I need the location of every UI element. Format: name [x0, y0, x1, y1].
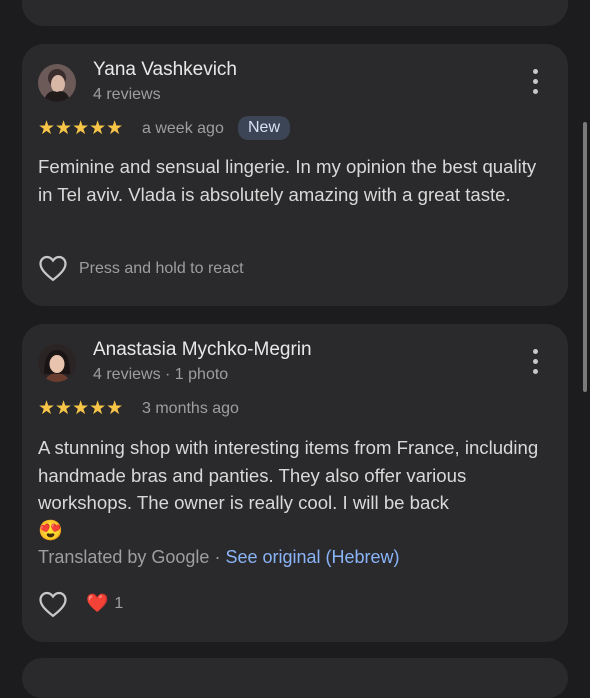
separator: · — [209, 547, 226, 567]
reviewer-name[interactable]: Yana Vashkevich — [93, 59, 237, 81]
more-dot-icon — [532, 88, 538, 94]
heart-outline-icon[interactable] — [38, 590, 68, 618]
review-date: a week ago — [142, 120, 224, 137]
review-text: A stunning shop with interesting items f… — [38, 434, 553, 545]
more-dot-icon — [532, 78, 538, 84]
reviewer-meta: 4 reviews · 1 photo — [93, 366, 229, 383]
heart-outline-icon[interactable] — [38, 254, 68, 282]
translated-by-label: Translated by Google — [38, 547, 210, 567]
more-dot-icon — [532, 368, 538, 374]
review-text: Feminine and sensual lingerie. In my opi… — [38, 156, 537, 205]
more-dot-icon — [532, 358, 538, 364]
translation-note: Translated by Google · See original (Heb… — [38, 547, 400, 568]
review-date: 3 months ago — [142, 400, 239, 417]
react-hint: Press and hold to react — [79, 260, 244, 277]
red-heart-icon: ❤️ — [86, 593, 109, 613]
star-rating: ★★★★★ — [38, 398, 124, 419]
see-original-link[interactable]: See original (Hebrew) — [225, 547, 399, 567]
reviewer-name[interactable]: Anastasia Mychko-Megrin — [93, 339, 312, 361]
reaction-summary[interactable]: ❤️ 1 — [86, 593, 123, 614]
star-rating: ★★★★★ — [38, 118, 124, 139]
review-text-content: A stunning shop with interesting items f… — [38, 437, 539, 513]
new-badge: New — [238, 116, 291, 140]
review-card: Anastasia Mychko-Megrin 4 reviews · 1 ph… — [22, 324, 568, 642]
more-dot-icon — [532, 68, 538, 74]
avatar[interactable] — [38, 344, 76, 382]
previous-review-card — [22, 0, 568, 26]
reaction-count: 1 — [114, 594, 124, 612]
more-options-button[interactable] — [525, 346, 545, 376]
review-card: Yana Vashkevich 4 reviews ★★★★★ a week a… — [22, 44, 568, 306]
heart-eyes-emoji-icon: 😍 — [38, 519, 63, 542]
scrollbar[interactable] — [583, 122, 587, 392]
more-dot-icon — [532, 348, 538, 354]
reviewer-meta: 4 reviews — [93, 86, 161, 103]
next-review-card — [22, 658, 568, 698]
avatar[interactable] — [38, 64, 76, 102]
more-options-button[interactable] — [525, 66, 545, 96]
